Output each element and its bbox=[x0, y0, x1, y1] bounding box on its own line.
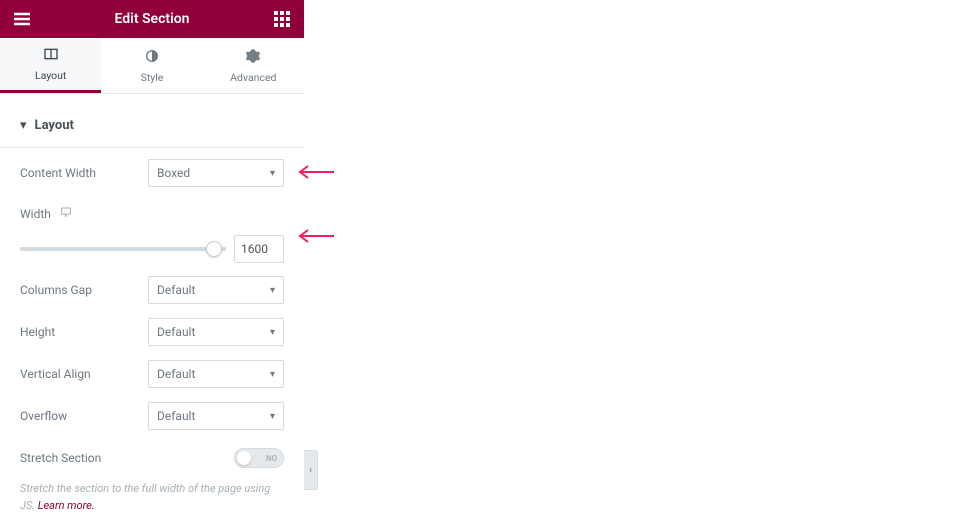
control-width-label-row: Width bbox=[20, 194, 284, 221]
control-stretch: Stretch Section NO bbox=[20, 437, 284, 479]
select-value: Default bbox=[157, 283, 195, 297]
tab-label: Style bbox=[141, 71, 164, 84]
slider-thumb[interactable] bbox=[206, 241, 222, 257]
tab-label: Advanced bbox=[230, 71, 276, 84]
stretch-toggle[interactable]: NO bbox=[234, 448, 284, 468]
panel-tabs: Layout Style Advanced bbox=[0, 38, 304, 94]
editor-panel: Edit Section Layout Style Advanced ▾ Lay… bbox=[0, 0, 304, 518]
content-width-select[interactable]: Boxed ▾ bbox=[148, 159, 284, 187]
callout-arrow-2 bbox=[296, 228, 336, 244]
hamburger-icon[interactable] bbox=[10, 7, 34, 31]
control-vertical-align: Vertical Align Default ▾ bbox=[20, 353, 284, 395]
caret-down-icon: ▾ bbox=[270, 327, 275, 338]
panel-header: Edit Section bbox=[0, 0, 304, 38]
columns-icon bbox=[43, 46, 59, 65]
contrast-icon bbox=[144, 48, 160, 67]
caret-down-icon: ▾ bbox=[270, 285, 275, 296]
caret-down-icon: ▾ bbox=[270, 411, 275, 422]
tab-label: Layout bbox=[35, 69, 66, 82]
gear-icon bbox=[245, 48, 261, 67]
select-value: Boxed bbox=[157, 166, 190, 180]
chevron-left-icon: ‹ bbox=[309, 465, 312, 476]
section-header-layout[interactable]: ▾ Layout bbox=[0, 104, 304, 148]
caret-down-icon: ▾ bbox=[270, 168, 275, 179]
tab-style[interactable]: Style bbox=[101, 38, 202, 93]
panel-title: Edit Section bbox=[34, 11, 270, 27]
select-value: Default bbox=[157, 325, 195, 339]
control-content-width: Content Width Boxed ▾ bbox=[20, 152, 284, 194]
width-slider[interactable] bbox=[20, 247, 226, 251]
control-overflow: Overflow Default ▾ bbox=[20, 395, 284, 437]
tab-advanced[interactable]: Advanced bbox=[203, 38, 304, 93]
control-width: 1600 bbox=[20, 221, 284, 269]
control-label: Height bbox=[20, 325, 148, 339]
stretch-helper: Stretch the section to the full width of… bbox=[20, 479, 284, 516]
tab-layout[interactable]: Layout bbox=[0, 38, 101, 93]
vertical-align-select[interactable]: Default ▾ bbox=[148, 360, 284, 388]
width-input[interactable]: 1600 bbox=[234, 235, 284, 263]
grid-icon[interactable] bbox=[270, 7, 294, 31]
caret-down-icon: ▾ bbox=[270, 369, 275, 380]
control-label: Width bbox=[20, 207, 51, 221]
height-select[interactable]: Default ▾ bbox=[148, 318, 284, 346]
overflow-select[interactable]: Default ▾ bbox=[148, 402, 284, 430]
toggle-knob bbox=[237, 451, 251, 465]
control-label: Columns Gap bbox=[20, 283, 148, 297]
learn-more-link[interactable]: Learn more. bbox=[38, 499, 95, 512]
control-label: Vertical Align bbox=[20, 367, 148, 381]
columns-gap-select[interactable]: Default ▾ bbox=[148, 276, 284, 304]
panel-collapse-button[interactable]: ‹ bbox=[304, 450, 318, 490]
toggle-state: NO bbox=[266, 454, 277, 463]
control-columns-gap: Columns Gap Default ▾ bbox=[20, 269, 284, 311]
select-value: Default bbox=[157, 367, 195, 381]
controls: Content Width Boxed ▾ Width 1600 Columns… bbox=[0, 148, 304, 516]
desktop-icon[interactable] bbox=[59, 206, 73, 221]
control-height: Height Default ▾ bbox=[20, 311, 284, 353]
caret-down-icon: ▾ bbox=[20, 118, 27, 133]
control-label: Content Width bbox=[20, 166, 148, 180]
section-title: Layout bbox=[35, 118, 74, 133]
callout-arrow-1 bbox=[296, 164, 336, 180]
control-label: Overflow bbox=[20, 409, 148, 423]
select-value: Default bbox=[157, 409, 195, 423]
control-label: Stretch Section bbox=[20, 451, 234, 465]
